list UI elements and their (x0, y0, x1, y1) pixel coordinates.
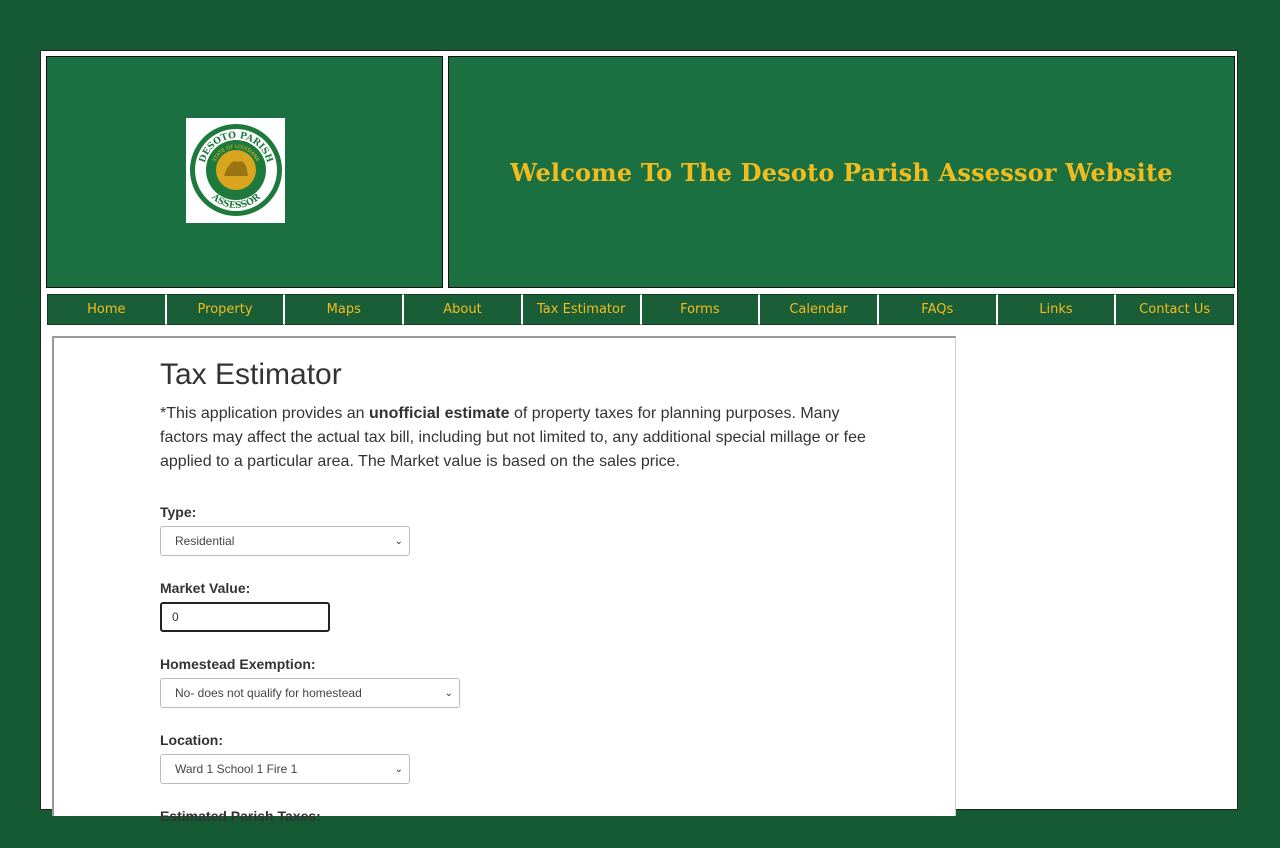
location-field: Location: Ward 1 School 1 Fire 1 ⌄ (160, 732, 890, 784)
nav-contact-us[interactable]: Contact Us (1116, 294, 1235, 325)
market-value-label: Market Value: (160, 580, 251, 596)
homestead-select[interactable]: No- does not qualify for homestead ⌄ (160, 678, 460, 708)
logo-panel: DESOTO PARISH ASSESSOR STATE OF LOUISIAN… (46, 56, 443, 288)
chevron-down-icon: ⌄ (444, 687, 453, 699)
main-nav: Home Property Maps About Tax Estimator F… (47, 294, 1235, 325)
page-container: DESOTO PARISH ASSESSOR STATE OF LOUISIAN… (40, 50, 1238, 824)
estimated-taxes-label: Estimated Parish Taxes: (160, 808, 321, 824)
welcome-banner: Welcome To The Desoto Parish Assessor We… (448, 56, 1235, 288)
intro-text: *This application provides an unofficial… (160, 402, 890, 474)
estimated-taxes-field: Estimated Parish Taxes: (160, 808, 890, 824)
nav-calendar[interactable]: Calendar (760, 294, 879, 325)
intro-prefix: *This application provides an (160, 405, 370, 422)
nav-about[interactable]: About (404, 294, 523, 325)
parish-seal-logo[interactable]: DESOTO PARISH ASSESSOR STATE OF LOUISIAN… (186, 118, 285, 223)
page-title: Tax Estimator (160, 358, 342, 391)
intro-bold: unofficial estimate (369, 405, 510, 422)
welcome-title: Welcome To The Desoto Parish Assessor We… (510, 157, 1173, 187)
chevron-down-icon: ⌄ (394, 763, 403, 775)
nav-forms[interactable]: Forms (641, 294, 761, 325)
location-select[interactable]: Ward 1 School 1 Fire 1 ⌄ (160, 754, 410, 784)
nav-home[interactable]: Home (47, 294, 167, 325)
homestead-field: Homestead Exemption: No- does not qualif… (160, 656, 890, 708)
market-value-input[interactable] (160, 602, 330, 632)
content-box: Tax Estimator *This application provides… (52, 336, 956, 824)
nav-tax-estimator[interactable]: Tax Estimator (522, 294, 642, 325)
type-label: Type: (160, 504, 197, 520)
location-label: Location: (160, 732, 223, 748)
type-select[interactable]: Residential ⌄ (160, 526, 410, 556)
market-value-field: Market Value: (160, 580, 890, 632)
type-selected-value: Residential (175, 534, 235, 548)
location-selected-value: Ward 1 School 1 Fire 1 (175, 762, 298, 776)
nav-property[interactable]: Property (166, 294, 286, 325)
type-field: Type: Residential ⌄ (160, 504, 890, 556)
nav-links[interactable]: Links (997, 294, 1117, 325)
tax-estimator-section: Tax Estimator *This application provides… (160, 338, 890, 848)
nav-faqs[interactable]: FAQs (878, 294, 998, 325)
chevron-down-icon: ⌄ (394, 535, 403, 547)
homestead-label: Homestead Exemption: (160, 656, 316, 672)
homestead-selected-value: No- does not qualify for homestead (175, 686, 362, 700)
nav-maps[interactable]: Maps (285, 294, 405, 325)
